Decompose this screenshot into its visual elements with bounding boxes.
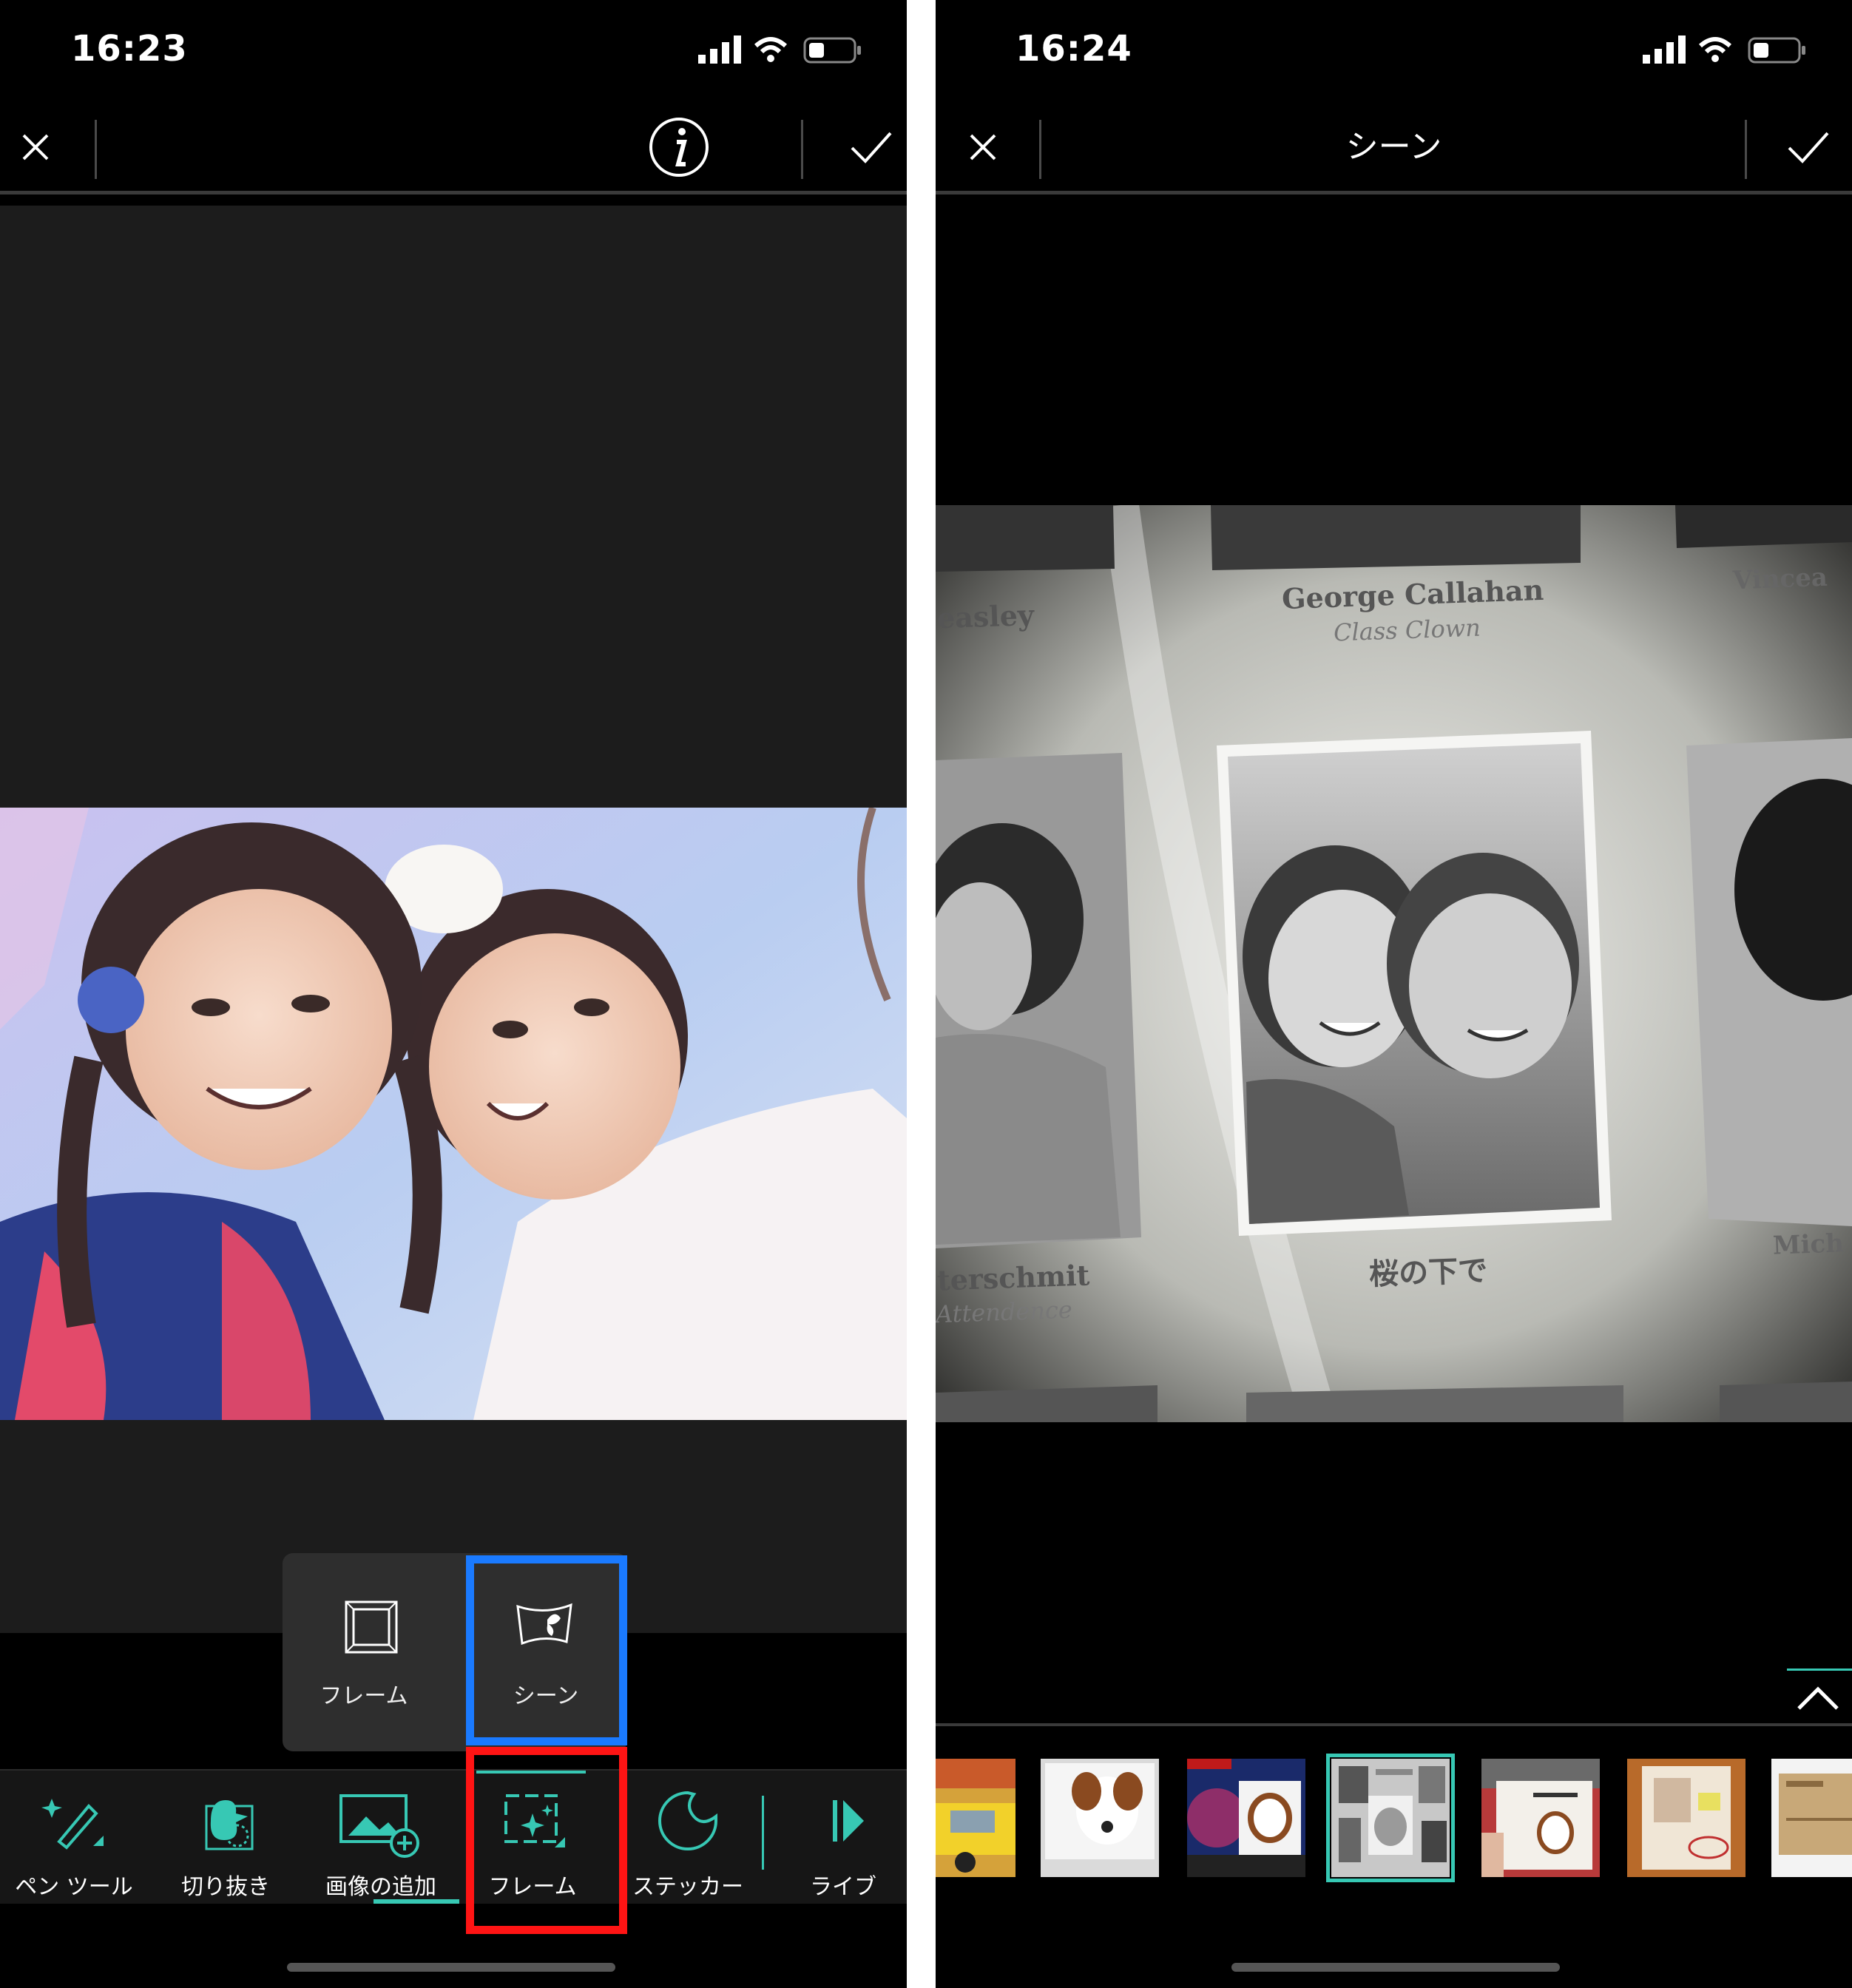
battery-icon: [803, 37, 861, 64]
left-screen: 16:23 フレーム シーン ペン ツール 切り抜き 画像の追加 フレーム ステ…: [0, 0, 907, 1988]
signal-icon: [698, 36, 741, 64]
frame-icon: [345, 1600, 398, 1654]
divider: [95, 120, 97, 179]
info-icon: [649, 118, 709, 177]
home-indicator: [1231, 1963, 1560, 1972]
popup-item-label: フレーム: [320, 1683, 408, 1709]
top-bar: [0, 104, 907, 195]
thumbnail-image: [1331, 1759, 1450, 1877]
divider: [1745, 120, 1747, 179]
scene-thumbnail-strip: [936, 1723, 1852, 1896]
scene-thumbnail-war-and-peace[interactable]: [1481, 1759, 1600, 1877]
yearbook-name: Mich: [1772, 1228, 1845, 1261]
scene-thumbnail-taxi[interactable]: [936, 1759, 1015, 1877]
editor-canvas: [0, 206, 907, 1633]
yearbook-caption: 桜の下で: [1368, 1253, 1488, 1292]
tool-label: ライブ: [810, 1874, 876, 1900]
thumbnail-image: [1481, 1759, 1600, 1877]
scene-thumbnail-yearbook[interactable]: [1326, 1754, 1455, 1882]
popup-item-frame[interactable]: フレーム: [283, 1553, 445, 1751]
tool-pen[interactable]: ペン ツール: [0, 1771, 148, 1904]
tool-add-image[interactable]: 画像の追加: [303, 1771, 459, 1904]
cutout-icon: [205, 1800, 254, 1850]
status-bar: 16:23: [0, 0, 907, 104]
check-icon: [1788, 132, 1829, 163]
scene-thumbnail-postcard[interactable]: [1771, 1759, 1852, 1877]
expand-button[interactable]: [1781, 1668, 1852, 1728]
add-image-icon: [339, 1794, 419, 1858]
divider: [762, 1796, 764, 1870]
wifi-icon: [754, 37, 788, 62]
tool-sticker[interactable]: ステッカー: [614, 1771, 762, 1904]
thumbnail-image: [936, 1759, 1015, 1877]
tool-cutout[interactable]: 切り抜き: [152, 1771, 300, 1904]
chevron-up-icon: [1797, 1686, 1839, 1710]
scene-preview-yearbook[interactable]: easley George Callahan Class Clown Vince…: [936, 505, 1852, 1422]
highlight-box-blue: [466, 1555, 627, 1745]
divider: [1039, 120, 1041, 179]
status-time: 16:23: [71, 28, 188, 70]
close-icon: [970, 134, 996, 160]
scene-thumbnail-documents[interactable]: [1627, 1759, 1745, 1877]
thumbnail-image: [1041, 1759, 1159, 1877]
accent-line: [1787, 1668, 1852, 1671]
bottom-toolbar: ペン ツール 切り抜き 画像の追加 フレーム ステッカー ライブ: [0, 1769, 907, 1904]
sticker-icon: [658, 1791, 717, 1850]
thumbnail-image: [1771, 1759, 1852, 1877]
page-title: シーン: [1345, 128, 1442, 166]
home-indicator: [287, 1963, 615, 1972]
yearbook-name: terschmit: [936, 1258, 1090, 1297]
wifi-icon: [1698, 37, 1732, 62]
top-bar: シーン: [936, 104, 1852, 195]
scene-thumbnail-dog-hanging[interactable]: [1041, 1759, 1159, 1877]
editor-canvas: easley George Callahan Class Clown Vince…: [936, 195, 1852, 1725]
close-button[interactable]: [0, 104, 71, 191]
close-button[interactable]: [936, 104, 1030, 191]
battery-icon: [1748, 37, 1805, 64]
check-icon: [851, 132, 892, 163]
pen-tool-icon: [41, 1799, 104, 1850]
yearbook-name: easley: [936, 598, 1035, 635]
thumbnail-image: [1187, 1759, 1305, 1877]
apply-button[interactable]: [836, 104, 907, 191]
live-icon: [833, 1800, 864, 1842]
right-screen: 16:24 シーン easley George Callahan Class C…: [936, 0, 1852, 1988]
yearbook-subtitle: Attendence: [936, 1295, 1073, 1329]
divider: [801, 120, 803, 179]
tool-live[interactable]: ライブ: [769, 1771, 907, 1904]
apply-button[interactable]: [1771, 104, 1845, 191]
scene-thumbnail-breaking-news[interactable]: [1187, 1759, 1305, 1877]
yearbook-subtitle: Class Clown: [1333, 613, 1481, 647]
photo-two-girls[interactable]: [0, 808, 907, 1420]
signal-icon: [1643, 36, 1686, 64]
yearbook-name: Vincea: [1732, 562, 1828, 596]
thumbnail-image: [1627, 1759, 1745, 1877]
status-bar: 16:24: [936, 0, 1852, 104]
info-button[interactable]: [642, 104, 716, 191]
highlight-box-red: [466, 1747, 627, 1934]
status-time: 16:24: [1015, 28, 1132, 70]
close-icon: [22, 134, 49, 160]
